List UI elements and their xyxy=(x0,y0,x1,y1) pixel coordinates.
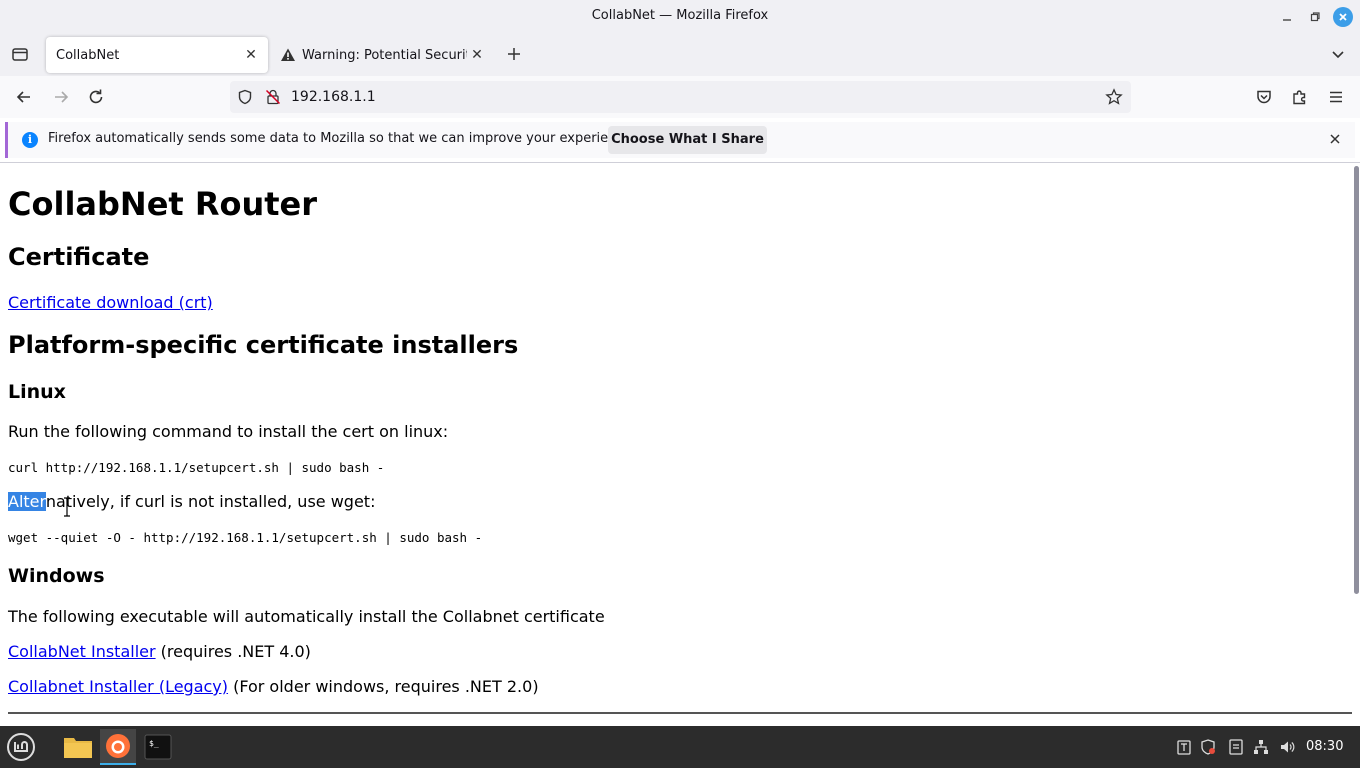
installers-heading: Platform-specific certificate installers xyxy=(8,331,519,359)
tab-close-button[interactable]: ✕ xyxy=(468,46,486,64)
tab-collabnet[interactable]: CollabNet ✕ xyxy=(46,37,268,73)
restore-icon xyxy=(1310,12,1320,22)
forward-button[interactable] xyxy=(50,86,72,108)
info-icon: i xyxy=(22,132,38,148)
collabnet-installer-link[interactable]: CollabNet Installer xyxy=(8,642,156,661)
back-arrow-icon xyxy=(16,91,30,103)
alternative-text: natively, if curl is not installed, use … xyxy=(45,492,376,511)
certificate-download-link[interactable]: Certificate download (crt) xyxy=(8,293,213,312)
close-icon xyxy=(1339,13,1347,21)
close-icon xyxy=(1330,134,1340,144)
start-menu-button[interactable] xyxy=(3,729,39,765)
window-titlebar: CollabNet — Mozilla Firefox xyxy=(0,0,1360,34)
plus-icon xyxy=(508,48,520,60)
taskbar-clock[interactable]: 08:30 xyxy=(1306,739,1343,754)
bookmark-star-icon[interactable] xyxy=(1105,88,1123,106)
navigation-toolbar: 192.168.1.1 xyxy=(0,76,1360,118)
terminal-icon: $_ xyxy=(144,734,172,760)
maximize-button[interactable] xyxy=(1305,7,1325,27)
page-title: CollabNet Router xyxy=(8,185,318,223)
windows-heading: Windows xyxy=(8,565,105,587)
update-shield-tray-icon[interactable] xyxy=(1200,739,1216,755)
notification-close-button[interactable] xyxy=(1326,131,1344,149)
reload-icon xyxy=(89,89,103,104)
reload-button[interactable] xyxy=(85,86,107,108)
tab-label: CollabNet xyxy=(56,47,120,63)
wget-command: wget --quiet -O - http://192.168.1.1/set… xyxy=(8,530,483,545)
collabnet-installer-legacy-link[interactable]: Collabnet Installer (Legacy) xyxy=(8,677,228,696)
firefox-view-button[interactable] xyxy=(10,44,30,64)
new-tab-button[interactable] xyxy=(504,44,524,64)
pocket-button[interactable] xyxy=(1253,86,1275,108)
chevron-down-icon xyxy=(1332,51,1344,59)
installer-note: (requires .NET 4.0) xyxy=(155,642,311,661)
curl-command: curl http://192.168.1.1/setupcert.sh | s… xyxy=(8,460,385,475)
firefox-icon xyxy=(106,734,130,758)
hamburger-menu-icon xyxy=(1330,91,1342,103)
selected-text: Alter xyxy=(8,492,46,511)
volume-tray-icon[interactable] xyxy=(1279,739,1295,755)
app-menu-button[interactable] xyxy=(1325,86,1347,108)
url-text[interactable]: 192.168.1.1 xyxy=(291,89,376,105)
pocket-icon xyxy=(1257,90,1271,104)
page-content: CollabNet Router Certificate Certificate… xyxy=(0,163,1352,725)
warning-icon xyxy=(281,48,295,61)
extensions-button[interactable] xyxy=(1289,86,1311,108)
data-collection-notification: i Firefox automatically sends some data … xyxy=(5,122,1355,158)
firefox-launcher[interactable] xyxy=(100,729,136,765)
notification-message: Firefox automatically sends some data to… xyxy=(48,131,636,146)
choose-what-i-share-button[interactable]: Choose What I Share xyxy=(608,126,767,154)
network-tray-icon[interactable] xyxy=(1253,739,1269,755)
clipboard-tray-icon[interactable] xyxy=(1176,739,1192,755)
tab-close-button[interactable]: ✕ xyxy=(242,46,260,64)
url-bar[interactable]: 192.168.1.1 xyxy=(230,81,1131,113)
insecure-lock-icon[interactable] xyxy=(265,89,281,105)
files-launcher[interactable] xyxy=(60,729,96,765)
back-button[interactable] xyxy=(13,86,35,108)
terminal-launcher[interactable]: $_ xyxy=(140,729,176,765)
tab-strip: CollabNet ✕ Warning: Potential Security … xyxy=(0,34,1360,76)
tab-label: Warning: Potential Security xyxy=(302,47,467,63)
folder-icon xyxy=(64,738,92,758)
horizontal-rule xyxy=(8,712,1352,714)
minimize-icon xyxy=(1283,19,1291,21)
shield-icon[interactable] xyxy=(237,89,253,105)
mint-logo-icon xyxy=(7,733,35,761)
text-cursor-icon xyxy=(64,497,70,517)
linux-instruction: Run the following command to install the… xyxy=(8,422,449,441)
forward-arrow-icon xyxy=(55,91,69,103)
certificate-heading: Certificate xyxy=(8,243,150,271)
svg-text:$_: $_ xyxy=(149,739,159,748)
notes-tray-icon[interactable] xyxy=(1228,739,1244,755)
linux-heading: Linux xyxy=(8,381,66,403)
taskbar: $_ 08:30 xyxy=(0,726,1360,768)
puzzle-icon xyxy=(1293,90,1306,105)
list-all-tabs-button[interactable] xyxy=(1330,46,1350,66)
window-title: CollabNet — Mozilla Firefox xyxy=(591,8,769,23)
windows-instruction: The following executable will automatica… xyxy=(8,607,605,626)
close-window-button[interactable] xyxy=(1333,7,1353,27)
tab-list-icon xyxy=(12,48,28,61)
page-scrollbar[interactable] xyxy=(1354,166,1359,594)
legacy-installer-note: (For older windows, requires .NET 2.0) xyxy=(228,677,539,696)
tab-security-warning[interactable]: Warning: Potential Security ✕ xyxy=(272,37,494,73)
minimize-button[interactable] xyxy=(1277,7,1297,27)
